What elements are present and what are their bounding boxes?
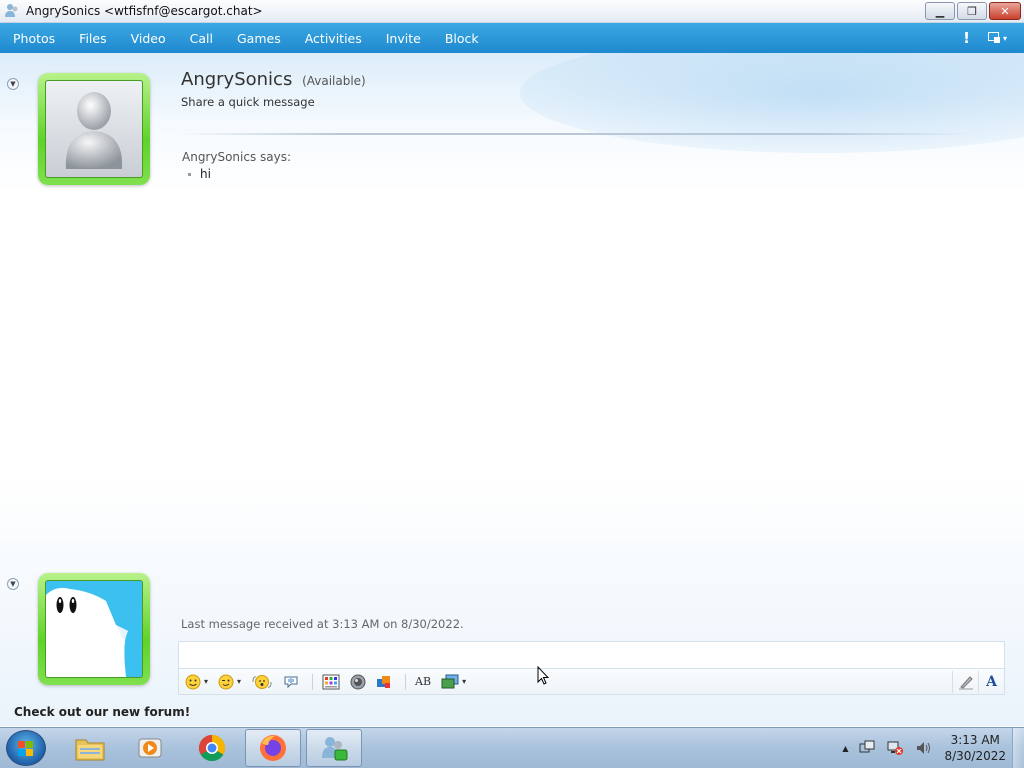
action-center-icon[interactable]: [859, 740, 875, 756]
mouse-cursor-icon: [537, 666, 549, 685]
maximize-button[interactable]: ❐: [957, 2, 987, 20]
spellcheck-icon: AB: [415, 675, 432, 688]
sender-line: AngrySonics says:: [182, 150, 292, 164]
taskbar-chrome[interactable]: [184, 729, 240, 767]
taskbar-file-explorer[interactable]: [62, 729, 118, 767]
personal-message: Share a quick message: [181, 95, 315, 109]
windows-taskbar: ▲ 3:13 AM 8/30/2022: [0, 727, 1024, 768]
show-hidden-icons-icon[interactable]: ▲: [842, 744, 848, 753]
menu-call[interactable]: Call: [178, 31, 225, 46]
contact-name[interactable]: AngrySonics: [181, 69, 292, 90]
self-avatar[interactable]: [38, 573, 150, 685]
emoticon-button[interactable]: ▾: [182, 671, 211, 693]
send-file-icon: [441, 674, 459, 688]
spellcheck-button[interactable]: AB: [412, 671, 434, 693]
layout-menu-icon[interactable]: ▾: [988, 32, 1010, 44]
send-file-caret-icon: ▾: [462, 677, 467, 686]
background-button[interactable]: [319, 671, 343, 693]
wink-animation-icon: [350, 674, 366, 689]
toolbar-divider: [405, 673, 407, 690]
font-button[interactable]: A: [978, 670, 1004, 693]
send-file-button[interactable]: ▾: [438, 671, 469, 693]
contact-collapse-icon[interactable]: ▼: [7, 78, 19, 90]
menu-activities[interactable]: Activities: [293, 31, 374, 46]
menu-files[interactable]: Files: [67, 31, 118, 46]
minimize-button[interactable]: ▁: [925, 2, 955, 20]
handwriting-button[interactable]: [952, 670, 978, 693]
header-divider: [181, 133, 971, 135]
compose-toolbar: ▾ ▾ AB ▾ A: [178, 668, 1005, 695]
wink-button[interactable]: ▾: [215, 671, 244, 693]
games-button[interactable]: [373, 671, 395, 693]
ghost-avatar-icon: [45, 580, 143, 678]
games-icon: [377, 675, 391, 688]
default-user-avatar-icon: [45, 80, 143, 178]
contact-header: AngrySonics (Available): [181, 69, 366, 90]
menu-photos[interactable]: Photos: [0, 31, 67, 46]
start-button[interactable]: [6, 730, 46, 766]
network-icon[interactable]: [886, 740, 904, 756]
taskbar-firefox[interactable]: [245, 729, 301, 767]
show-desktop-button[interactable]: [1012, 728, 1024, 768]
windows-logo-icon: [18, 741, 34, 757]
system-tray: ▲ 3:13 AM 8/30/2022: [842, 728, 1006, 768]
wink-animation-button[interactable]: [347, 671, 369, 693]
font-icon: A: [986, 673, 997, 690]
alert-icon[interactable]: !: [963, 29, 970, 47]
menu-block[interactable]: Block: [433, 31, 491, 46]
background-icon: [322, 674, 340, 689]
conversation-pane: ▼ AngrySonics (Available) Share a quick …: [0, 53, 1024, 726]
window-title: AngrySonics <wtfisfnf@escargot.chat>: [26, 4, 263, 18]
message-text: hi: [200, 167, 211, 181]
voice-clip-button[interactable]: [280, 671, 302, 693]
background-swoosh: [520, 53, 1024, 153]
last-message-info: Last message received at 3:13 AM on 8/30…: [181, 617, 464, 631]
contact-status: (Available): [302, 74, 366, 88]
wink-caret-icon: ▾: [237, 677, 242, 686]
handwriting-icon: [958, 675, 973, 689]
file-explorer-icon: [75, 739, 105, 761]
clock-date: 8/30/2022: [944, 749, 1006, 763]
emoticon-caret-icon: ▾: [204, 677, 209, 686]
messenger-app-icon: [4, 3, 20, 19]
clock-time: 3:13 AM: [950, 733, 1000, 747]
media-player-icon: [138, 738, 162, 758]
window-titlebar[interactable]: AngrySonics <wtfisfnf@escargot.chat> ▁ ❐…: [0, 0, 1024, 23]
nudge-button[interactable]: [248, 671, 276, 693]
menu-games[interactable]: Games: [225, 31, 293, 46]
taskbar-messenger[interactable]: [306, 729, 362, 767]
nudge-icon: [252, 674, 272, 689]
layout-caret-icon: ▾: [1003, 33, 1008, 43]
message-item: hi: [188, 167, 211, 181]
menu-invite[interactable]: Invite: [374, 31, 433, 46]
voice-clip-icon: [284, 676, 298, 688]
forum-promo-link[interactable]: Check out our new forum!: [14, 705, 190, 719]
close-button[interactable]: ✕: [989, 2, 1021, 20]
conversation-menubar: Photos Files Video Call Games Activities…: [0, 23, 1024, 53]
wink-icon: [218, 674, 234, 689]
message-input[interactable]: [178, 641, 1005, 668]
message-bullet-icon: [188, 172, 191, 176]
self-collapse-icon[interactable]: ▼: [7, 578, 19, 590]
contact-avatar[interactable]: [38, 73, 150, 185]
volume-icon[interactable]: [915, 740, 933, 756]
clock[interactable]: 3:13 AM 8/30/2022: [944, 732, 1006, 764]
menu-video[interactable]: Video: [119, 31, 178, 46]
emoticon-icon: [185, 674, 201, 689]
chrome-icon: [198, 734, 226, 762]
toolbar-divider: [312, 673, 314, 690]
firefox-icon: [260, 735, 286, 761]
messenger-icon: [322, 737, 348, 761]
taskbar-media-player[interactable]: [122, 729, 178, 767]
